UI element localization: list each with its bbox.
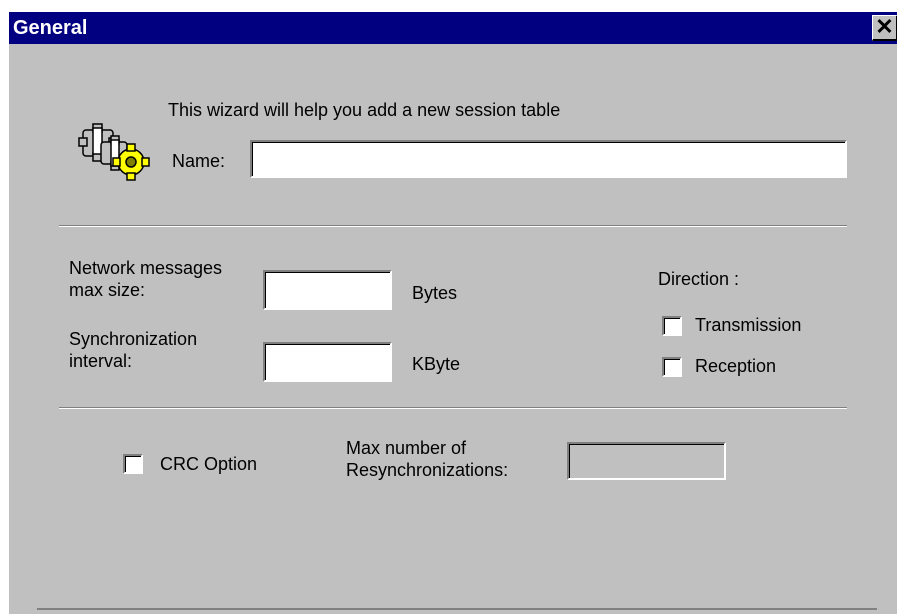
name-label: Name: [172,151,226,171]
intro-text: This wizard will help you add a new sess… [168,100,561,120]
close-button[interactable]: ✕ [872,15,897,41]
network-messages-max-size-field[interactable] [263,270,392,310]
transmission-checkbox[interactable] [662,316,682,336]
direction-label: Direction : [658,269,740,289]
resync-label-line1: Max number of [346,438,467,458]
resync-label-line2: Resynchronizations: [346,460,509,480]
max-resync-input[interactable] [569,444,724,478]
crc-option-label[interactable]: CRC Option [160,453,257,475]
transmission-label[interactable]: Transmission [695,314,801,336]
network-messages-max-size-input[interactable] [265,272,390,308]
reception-label[interactable]: Reception [695,355,776,377]
separator-bottom [59,407,847,409]
sync-interval-field[interactable] [263,342,392,382]
gears-icon [78,123,150,181]
wizard-dialog: General ✕ This wizard will help you add … [8,12,897,614]
crc-option-checkbox[interactable] [123,454,143,474]
bytes-unit-label: Bytes [412,283,458,303]
max-resync-field[interactable] [567,442,726,480]
network-messages-label-line1: Network messages [69,258,223,278]
sync-interval-label-line2: interval: [69,351,133,371]
sync-interval-label-line1: Synchronization [69,329,198,349]
separator-top [59,225,847,227]
network-messages-label-line2: max size: [69,280,146,300]
title-bar[interactable]: General ✕ [9,12,897,44]
name-input[interactable] [252,142,845,176]
kbyte-unit-label: KByte [412,354,461,374]
reception-checkbox[interactable] [662,357,682,377]
bottom-edge [37,608,877,610]
sync-interval-input[interactable] [265,344,390,380]
name-field[interactable] [250,140,847,178]
window-title: General [13,17,88,39]
close-icon: ✕ [875,14,894,39]
